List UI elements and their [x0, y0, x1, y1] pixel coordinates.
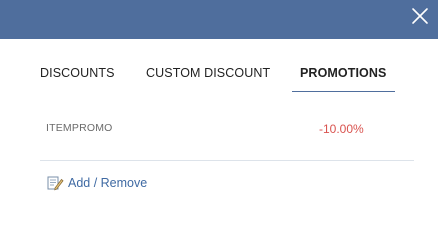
edit-icon — [46, 174, 64, 192]
close-icon[interactable] — [410, 6, 430, 26]
tab-discounts[interactable]: DISCOUNTS — [40, 66, 115, 80]
promotion-row: ITEMPROMO -10.00% — [40, 112, 414, 161]
discount-tabs: DISCOUNTS CUSTOM DISCOUNT PROMOTIONS — [0, 56, 438, 94]
add-remove-label: Add / Remove — [68, 176, 148, 190]
tab-custom-discount[interactable]: CUSTOM DISCOUNT — [146, 66, 270, 80]
promotion-name: ITEMPROMO — [46, 122, 113, 134]
promotions-dialog: DISCOUNTS CUSTOM DISCOUNT PROMOTIONS ITE… — [0, 0, 438, 247]
promotion-value: -10.00% — [319, 122, 364, 136]
tab-promotions[interactable]: PROMOTIONS — [300, 66, 386, 80]
active-tab-indicator — [292, 91, 395, 92]
dialog-titlebar — [0, 0, 438, 39]
